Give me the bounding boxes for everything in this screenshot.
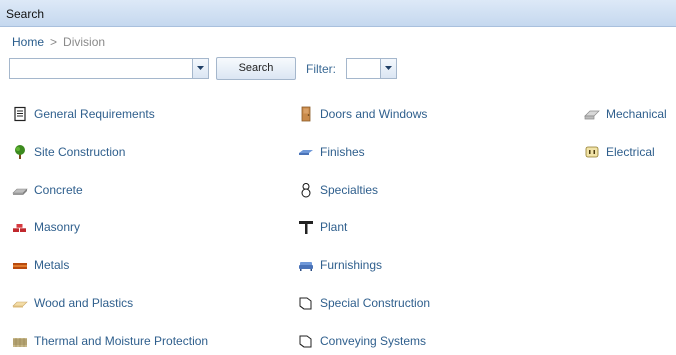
division-item-metals[interactable]: Metals bbox=[12, 256, 69, 274]
division-item-doors-and-windows[interactable]: Doors and Windows bbox=[298, 105, 427, 123]
division-item-mechanical[interactable]: Mechanical bbox=[584, 105, 667, 123]
division-label: Thermal and Moisture Protection bbox=[34, 334, 209, 348]
door-icon bbox=[298, 106, 314, 122]
chevron-down-icon bbox=[385, 66, 392, 70]
snowman-icon bbox=[298, 182, 314, 198]
breadcrumb: Home > Division bbox=[12, 35, 105, 49]
outlet-icon bbox=[584, 144, 600, 160]
bricks-icon bbox=[12, 219, 28, 235]
division-label: Finishes bbox=[320, 145, 365, 159]
filter-dropdown-button[interactable] bbox=[380, 59, 396, 78]
division-label: Special Construction bbox=[320, 296, 431, 310]
breadcrumb-home-link[interactable]: Home bbox=[12, 35, 44, 49]
search-input[interactable] bbox=[10, 59, 190, 78]
hammer-icon bbox=[298, 219, 314, 235]
search-combobox[interactable] bbox=[9, 58, 209, 79]
division-label: Electrical bbox=[606, 145, 655, 159]
division-label: Masonry bbox=[34, 220, 81, 234]
filter-select[interactable] bbox=[346, 58, 397, 79]
division-item-concrete[interactable]: Concrete bbox=[12, 181, 83, 199]
division-item-plant[interactable]: Plant bbox=[298, 218, 347, 236]
filter-label: Filter: bbox=[306, 62, 336, 76]
breadcrumb-current: Division bbox=[63, 35, 106, 49]
division-label: Mechanical bbox=[606, 107, 667, 121]
division-label: Site Construction bbox=[34, 145, 126, 159]
tree-icon bbox=[12, 144, 28, 160]
division-item-wood-and-plastics[interactable]: Wood and Plastics bbox=[12, 294, 133, 312]
division-label: Wood and Plastics bbox=[34, 296, 134, 310]
division-item-thermal-and-moisture-protection[interactable]: Thermal and Moisture Protection bbox=[12, 332, 208, 350]
document-icon bbox=[12, 106, 28, 122]
folder-outline-icon bbox=[298, 333, 314, 349]
lumber-icon bbox=[12, 295, 28, 311]
division-label: Concrete bbox=[34, 183, 83, 197]
window-title: Search bbox=[6, 7, 45, 21]
division-label: Doors and Windows bbox=[320, 107, 428, 121]
division-label: Plant bbox=[320, 220, 348, 234]
division-label: General Requirements bbox=[34, 107, 155, 121]
insulation-icon bbox=[12, 333, 28, 349]
chevron-down-icon bbox=[197, 66, 204, 70]
division-item-specialties[interactable]: Specialties bbox=[298, 181, 378, 199]
division-item-general-requirements[interactable]: General Requirements bbox=[12, 105, 155, 123]
division-item-conveying-systems[interactable]: Conveying Systems bbox=[298, 332, 426, 350]
division-label: Furnishings bbox=[320, 258, 383, 272]
division-label: Metals bbox=[34, 258, 70, 272]
pipe-icon bbox=[584, 106, 600, 122]
division-item-electrical[interactable]: Electrical bbox=[584, 143, 655, 161]
division-item-special-construction[interactable]: Special Construction bbox=[298, 294, 430, 312]
sofa-icon bbox=[298, 257, 314, 273]
division-label: Specialties bbox=[320, 183, 379, 197]
breadcrumb-separator: > bbox=[50, 35, 58, 49]
division-item-finishes[interactable]: Finishes bbox=[298, 143, 365, 161]
division-item-furnishings[interactable]: Furnishings bbox=[298, 256, 382, 274]
window-titlebar: Search bbox=[0, 0, 676, 27]
search-dropdown-button[interactable] bbox=[192, 59, 208, 78]
division-item-masonry[interactable]: Masonry bbox=[12, 218, 80, 236]
search-button[interactable]: Search bbox=[216, 57, 296, 80]
division-label: Conveying Systems bbox=[320, 334, 427, 348]
folder-outline-icon bbox=[298, 295, 314, 311]
steel-beam-icon bbox=[12, 257, 28, 273]
division-item-site-construction[interactable]: Site Construction bbox=[12, 143, 125, 161]
paint-swatch-icon bbox=[298, 144, 314, 160]
concrete-slab-icon bbox=[12, 182, 28, 198]
